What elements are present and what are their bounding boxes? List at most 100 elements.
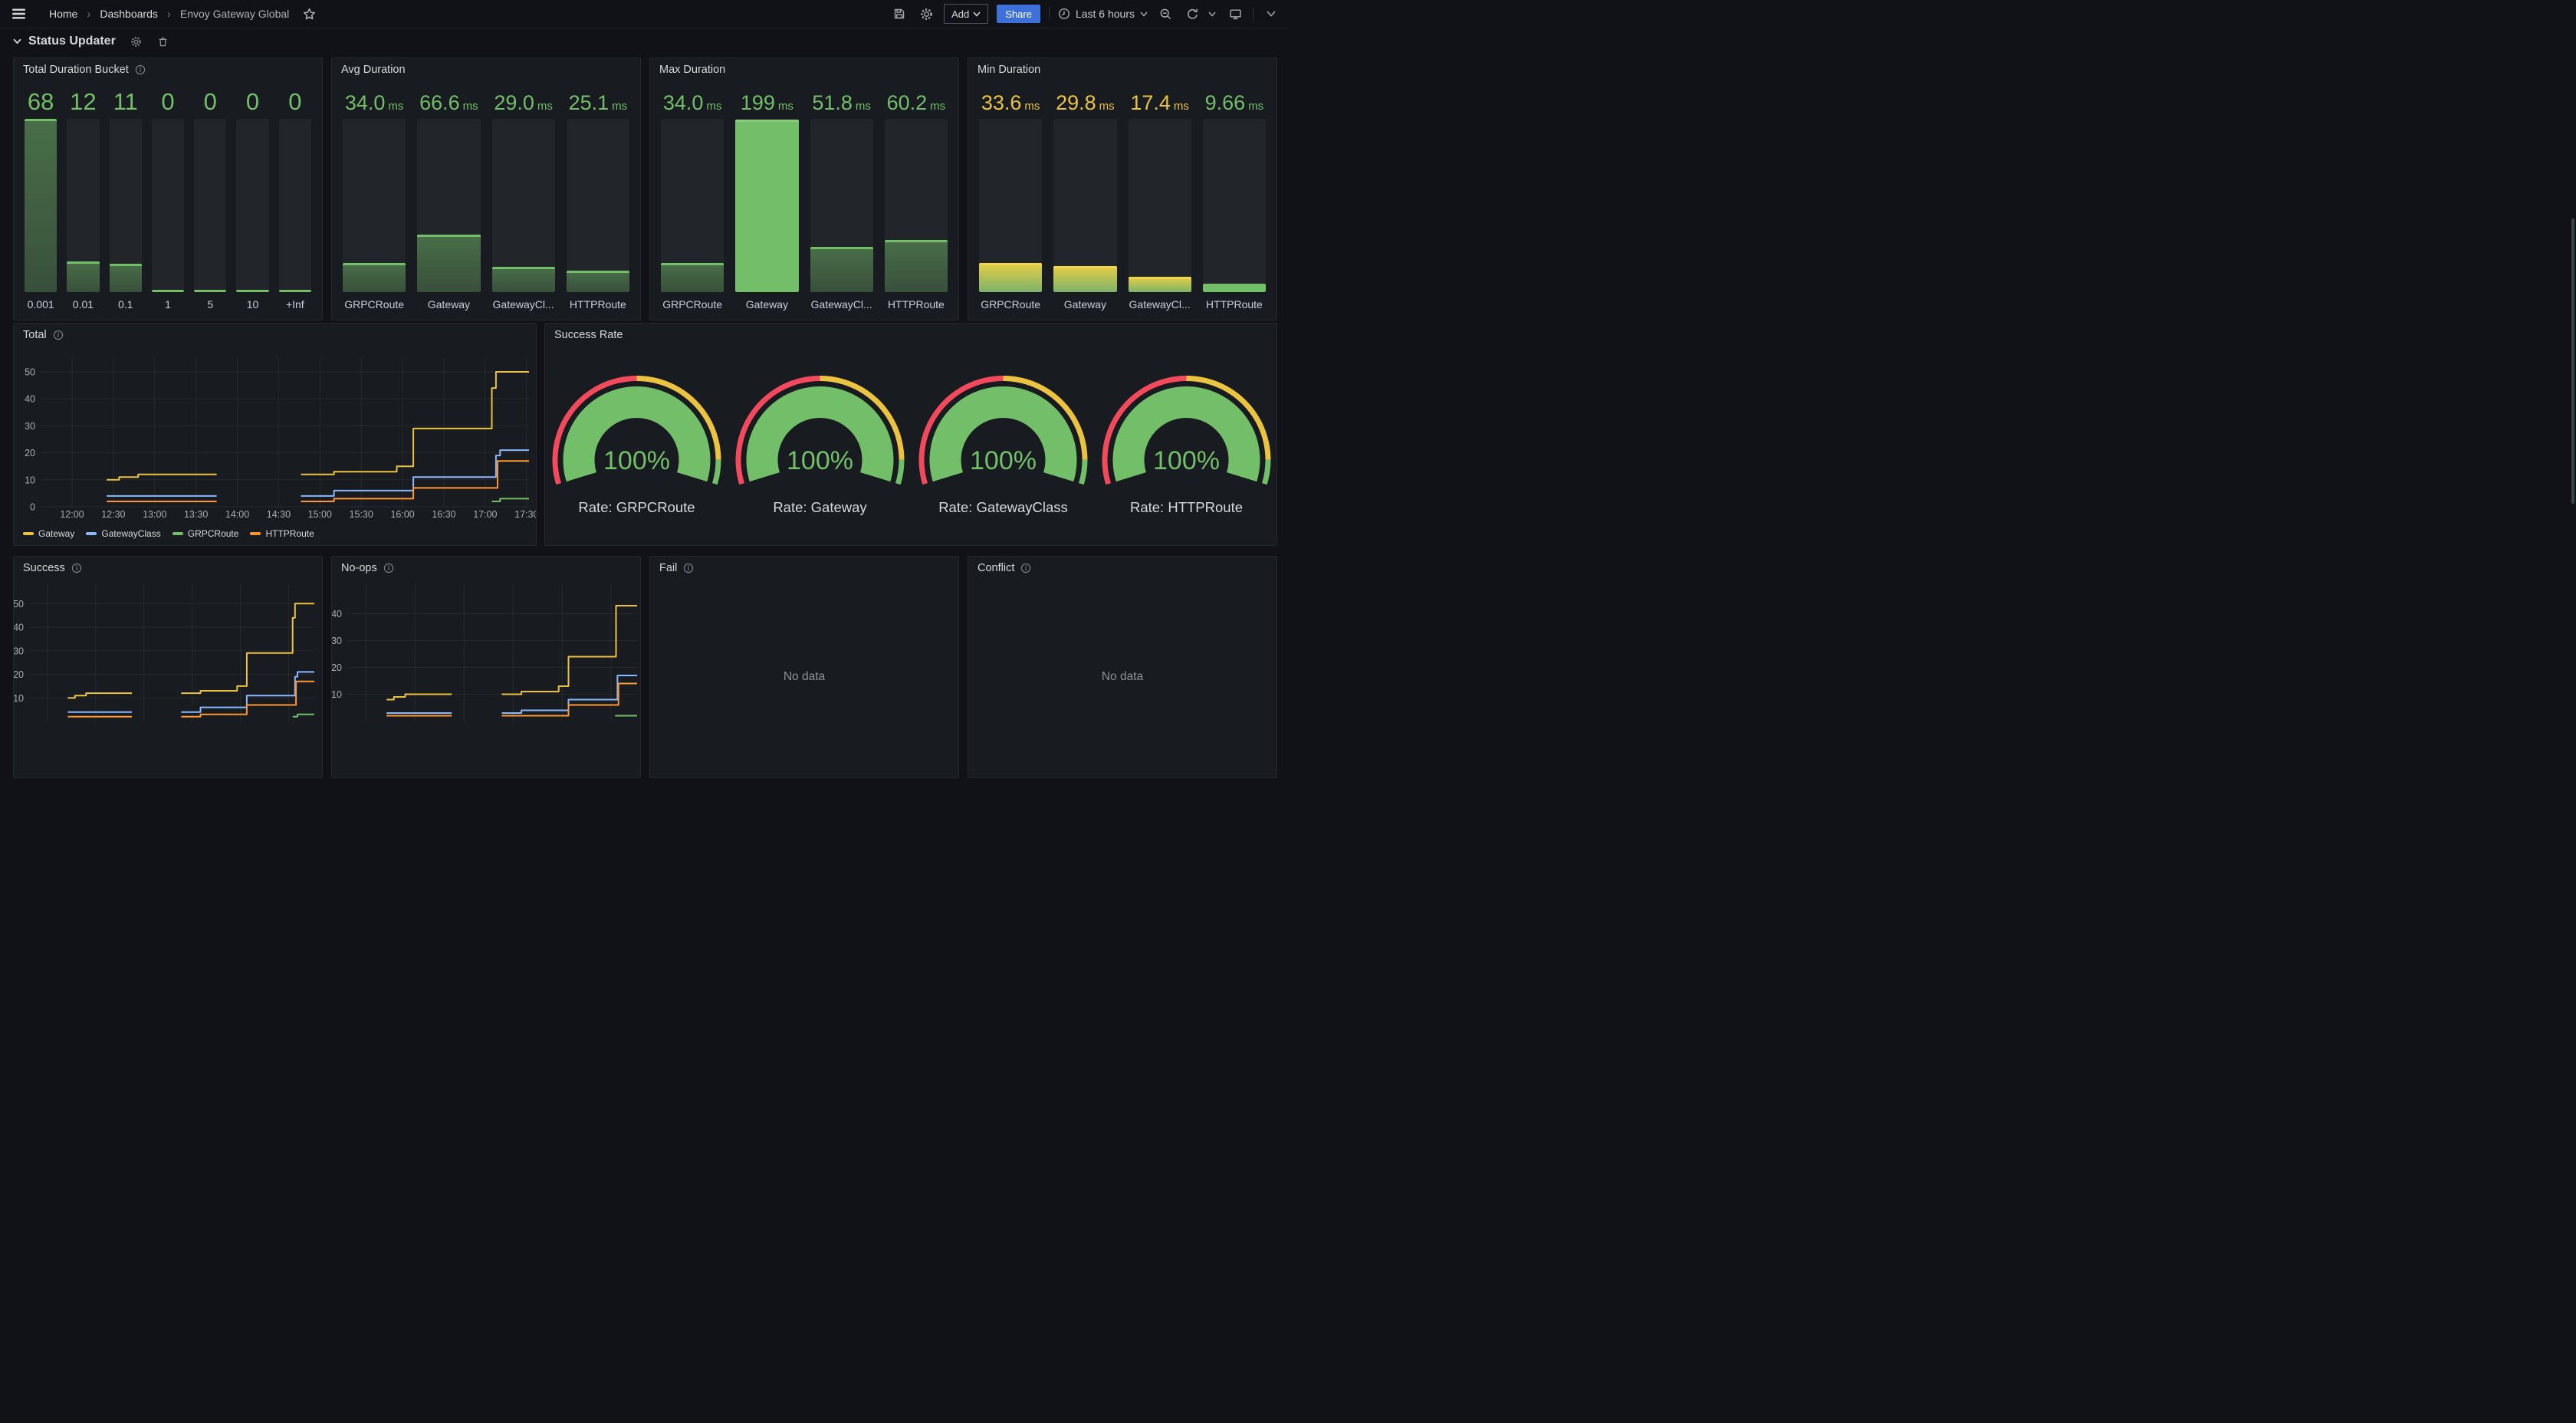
dashboard-scrollbar[interactable] xyxy=(2571,219,2574,504)
add-button[interactable]: Add xyxy=(944,4,988,24)
bar-track xyxy=(1053,119,1116,292)
info-icon[interactable] xyxy=(383,563,394,573)
bar-cap xyxy=(279,290,311,292)
bar-value-unit: ms xyxy=(537,100,553,113)
legend-item-httproute[interactable]: HTTPRoute xyxy=(250,528,314,539)
success-rate-gauges: 100%Rate: GRPCRoute100%Rate: Gateway100%… xyxy=(545,324,1276,545)
legend-label: GatewayClass xyxy=(101,528,160,539)
panel-title[interactable]: Success Rate xyxy=(554,329,623,341)
legend-swatch xyxy=(250,532,261,535)
legend-item-gateway[interactable]: Gateway xyxy=(23,528,74,539)
bar-track xyxy=(735,119,798,292)
refresh-icon[interactable] xyxy=(1183,5,1201,23)
tv-mode-icon[interactable] xyxy=(1226,5,1244,23)
x-axis-tick-label: 17:00 xyxy=(473,509,497,520)
bar-category-label: HTTPRoute xyxy=(885,292,948,311)
y-axis-tick-label: 30 xyxy=(25,421,35,432)
gauge-rate-gatewayclass: 100%Rate: GatewayClass xyxy=(919,376,1088,515)
bar-value: 0 xyxy=(152,81,184,113)
bar-fill xyxy=(810,247,873,292)
total-timeseries-chart[interactable]: 0102030405012:0012:3013:0013:3014:0014:3… xyxy=(14,324,536,545)
row-title[interactable]: Status Updater xyxy=(28,35,116,48)
bar-cell: 680.001 xyxy=(25,81,57,311)
bar-track xyxy=(343,119,406,292)
legend-item-grpcroute[interactable]: GRPCRoute xyxy=(172,528,239,539)
bar-cell: 9.66msHTTPRoute xyxy=(1203,81,1266,311)
bar-gauge-total-duration-bucket: 680.001120.01110.101050100+Inf xyxy=(25,81,311,311)
bar-cap xyxy=(417,235,480,237)
dashboard-settings-gear-icon[interactable] xyxy=(917,5,935,23)
bar-cap xyxy=(194,290,226,292)
panel-noops: No-ops 10203040 xyxy=(331,556,641,778)
bar-fill xyxy=(25,119,57,292)
panel-title[interactable]: Avg Duration xyxy=(341,64,406,76)
bar-value-unit: ms xyxy=(856,100,871,113)
info-icon[interactable] xyxy=(135,64,146,75)
row-settings-gear-icon[interactable] xyxy=(127,32,146,51)
panel-fail: Fail No data xyxy=(649,556,959,778)
bar-cap xyxy=(567,271,629,273)
bar-category-label: Gateway xyxy=(417,292,480,311)
info-icon[interactable] xyxy=(1020,563,1031,573)
favorite-star-icon[interactable] xyxy=(300,5,318,23)
y-axis-tick-label: 50 xyxy=(25,367,35,378)
bar-cell: 29.8msGateway xyxy=(1053,81,1116,311)
panel-title[interactable]: Max Duration xyxy=(659,64,725,76)
legend-swatch xyxy=(172,532,183,535)
y-axis-tick-label: 40 xyxy=(14,623,24,633)
bar-track xyxy=(67,119,99,292)
y-axis-tick-label: 30 xyxy=(332,636,342,646)
refresh-interval-chevron-icon[interactable] xyxy=(1207,5,1217,23)
panel-title[interactable]: Total Duration Bucket xyxy=(23,64,129,76)
bar-value: 34.0ms xyxy=(661,81,724,113)
bar-gauge-min-duration: 33.6msGRPCRoute29.8msGateway17.4msGatewa… xyxy=(979,81,1266,311)
bar-track xyxy=(1203,119,1266,292)
time-range-picker[interactable]: Last 6 hours xyxy=(1058,8,1148,20)
info-icon[interactable] xyxy=(683,563,694,573)
bar-track xyxy=(236,119,268,292)
add-button-label: Add xyxy=(951,8,969,20)
legend-label: HTTPRoute xyxy=(265,528,314,539)
y-axis-tick-label: 10 xyxy=(332,689,342,700)
panel-title[interactable]: Total xyxy=(23,329,47,341)
x-axis-tick-label: 12:30 xyxy=(101,509,125,520)
panel-title[interactable]: No-ops xyxy=(341,562,377,574)
gauge-label: Rate: HTTPRoute xyxy=(1130,499,1243,515)
bar-cell: 60.2msHTTPRoute xyxy=(885,81,948,311)
row-collapse-chevron-icon[interactable] xyxy=(13,38,21,44)
bar-cap xyxy=(661,263,724,265)
bar-cap xyxy=(735,120,798,122)
breadcrumb-current: Envoy Gateway Global xyxy=(180,8,289,20)
bar-track xyxy=(417,119,480,292)
bar-fill xyxy=(885,240,948,292)
breadcrumb-dashboards[interactable]: Dashboards xyxy=(100,8,158,20)
zoom-out-time-icon[interactable] xyxy=(1156,5,1175,23)
bar-gauge-max-duration: 34.0msGRPCRoute199msGateway51.8msGateway… xyxy=(661,81,948,311)
info-icon[interactable] xyxy=(53,330,64,340)
bar-value: 17.4ms xyxy=(1129,81,1191,113)
y-axis-tick-label: 0 xyxy=(30,502,35,513)
panel-title[interactable]: Fail xyxy=(659,562,677,574)
panel-title[interactable]: Conflict xyxy=(978,562,1014,574)
bar-cell: 199msGateway xyxy=(735,81,798,311)
bar-fill xyxy=(979,263,1042,292)
nav-collapse-chevron-icon[interactable] xyxy=(1262,5,1280,23)
save-dashboard-icon[interactable] xyxy=(890,5,909,23)
legend-item-gatewayclass[interactable]: GatewayClass xyxy=(86,528,160,539)
bar-category-label: GatewayCl... xyxy=(1129,292,1191,311)
bar-fill xyxy=(567,271,629,292)
bar-cap xyxy=(152,290,184,292)
panel-title[interactable]: Success xyxy=(23,562,65,574)
row-delete-trash-icon[interactable] xyxy=(154,32,172,51)
info-icon[interactable] xyxy=(71,563,82,573)
bar-fill xyxy=(236,290,268,292)
bar-cap xyxy=(343,263,406,265)
success-timeseries-chart[interactable]: 1020304050 xyxy=(14,557,322,777)
bar-fill xyxy=(152,290,184,292)
hamburger-menu-icon[interactable] xyxy=(9,5,28,23)
breadcrumb-home[interactable]: Home xyxy=(49,8,77,20)
noops-timeseries-chart[interactable]: 10203040 xyxy=(332,557,640,777)
panel-title[interactable]: Min Duration xyxy=(978,64,1040,76)
bar-category-label: 5 xyxy=(194,292,226,311)
share-button[interactable]: Share xyxy=(997,5,1040,23)
